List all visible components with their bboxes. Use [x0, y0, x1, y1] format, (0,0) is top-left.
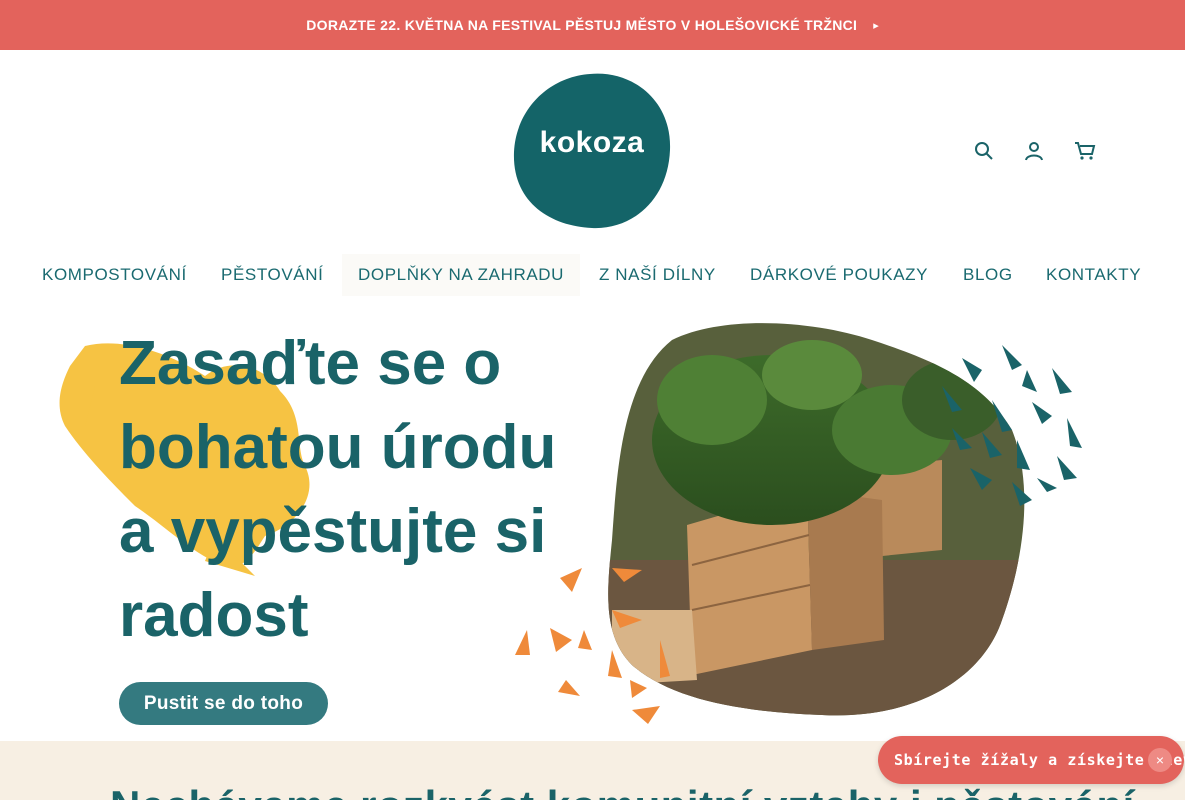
page: DORAZTE 22. KVĚTNA NA FESTIVAL PĚSTUJ MĚ…	[0, 0, 1200, 800]
main-nav: KOMPOSTOVÁNÍ PĚSTOVÁNÍ DOPLŇKY NA ZAHRAD…	[0, 254, 1185, 296]
nav-item-z-nasi-dilny[interactable]: Z NAŠÍ DÍLNY	[599, 254, 716, 296]
hero-cta-button[interactable]: Pustit se do toho	[119, 682, 328, 725]
section-title: Nechávame rozkvést komunitní vztahy i pě…	[110, 782, 1135, 800]
announcement-text[interactable]: DORAZTE 22. KVĚTNA NA FESTIVAL PĚSTUJ MĚ…	[306, 17, 857, 33]
announcement-bar[interactable]: DORAZTE 22. KVĚTNA NA FESTIVAL PĚSTUJ MĚ…	[0, 0, 1185, 50]
user-icon[interactable]	[1024, 140, 1044, 162]
search-icon[interactable]	[974, 140, 994, 162]
nav-item-kompostovani[interactable]: KOMPOSTOVÁNÍ	[42, 254, 187, 296]
nav-item-blog[interactable]: BLOG	[963, 254, 1013, 296]
nav-item-pestovani[interactable]: PĚSTOVÁNÍ	[221, 254, 323, 296]
cart-icon[interactable]	[1074, 140, 1096, 162]
logo-text: kokoza	[539, 126, 645, 159]
close-icon[interactable]: ×	[1148, 748, 1172, 772]
logo[interactable]: kokoza	[512, 72, 672, 230]
nav-item-darkove-poukazy[interactable]: DÁRKOVÉ POUKAZY	[750, 254, 928, 296]
hero-photo-raised-beds	[515, 323, 1082, 724]
promo-pill[interactable]: Sbírejte žížaly a získejte slevy ×	[878, 736, 1200, 784]
arrow-right-icon[interactable]: ▸	[873, 19, 879, 32]
nav-item-doplnky-na-zahradu[interactable]: DOPLŇKY NA ZAHRADU	[342, 254, 581, 296]
nav-item-kontakty[interactable]: KONTAKTY	[1046, 254, 1141, 296]
scrollbar[interactable]	[1185, 0, 1200, 800]
